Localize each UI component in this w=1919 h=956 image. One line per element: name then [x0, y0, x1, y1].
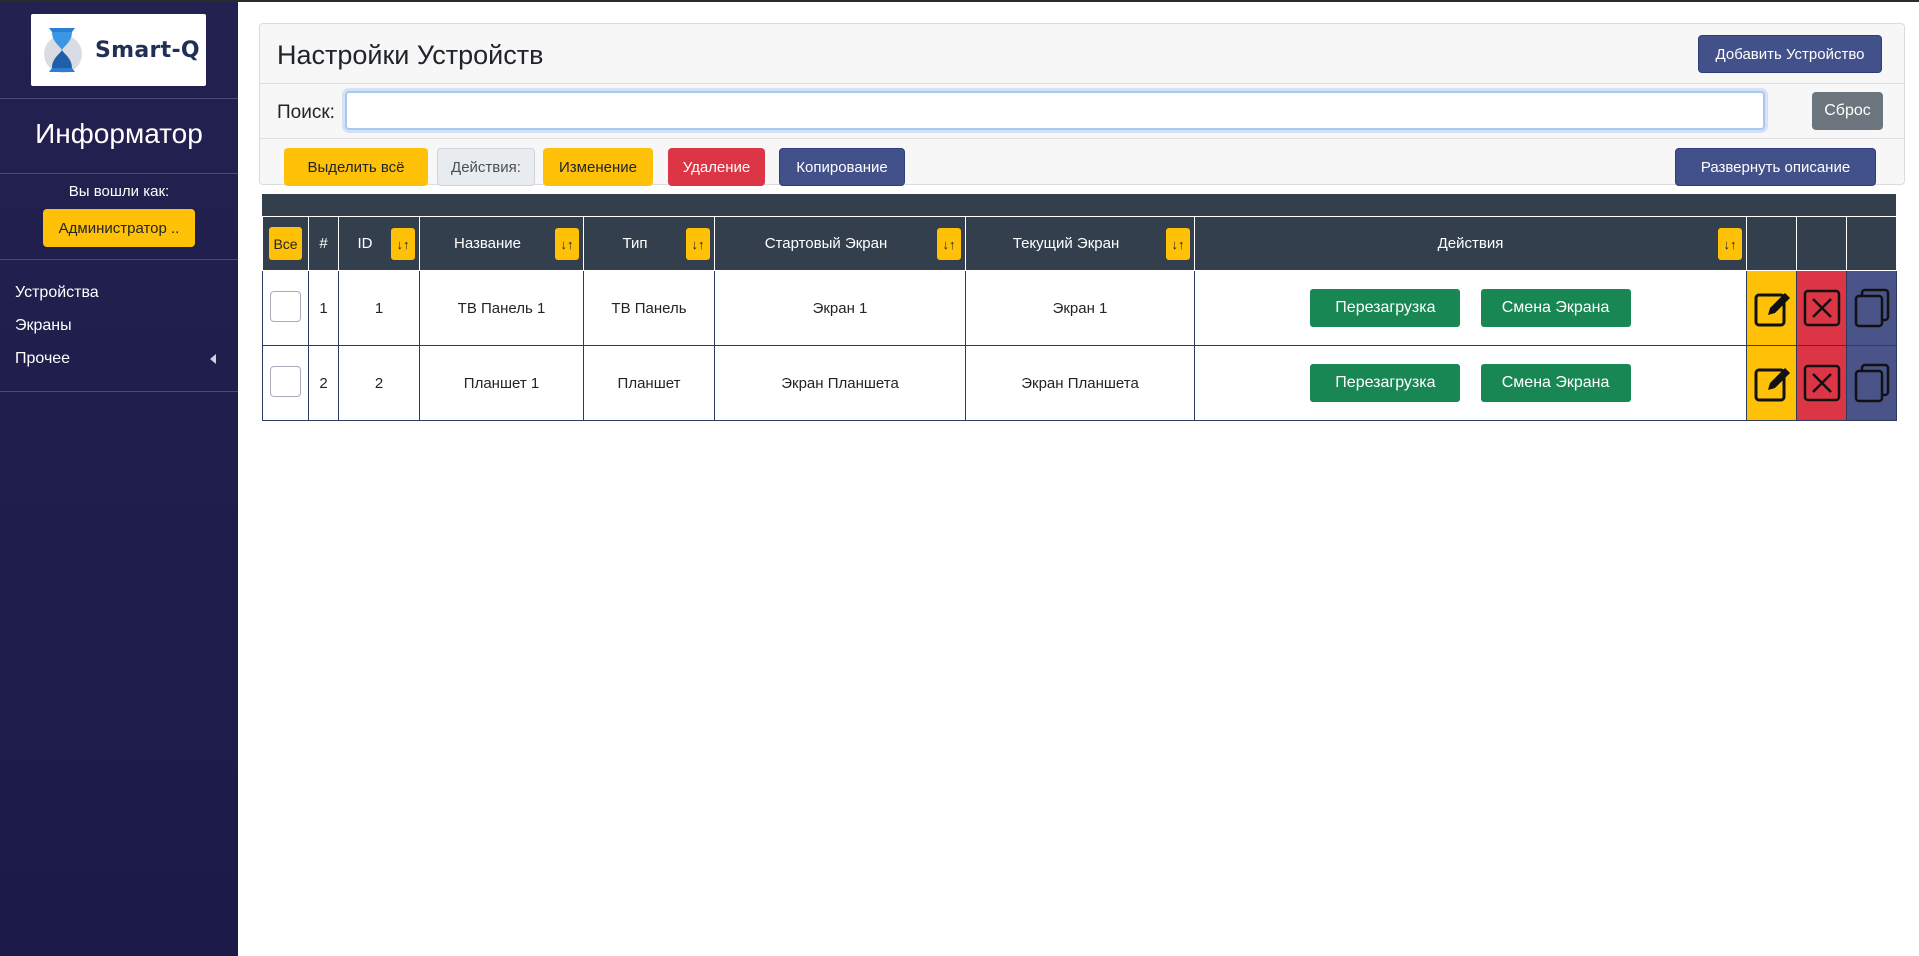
column-delete [1796, 216, 1847, 271]
cell-id: 1 [338, 270, 420, 346]
column-start-screen[interactable]: Стартовый Экран ↓↑ [714, 216, 966, 271]
sidebar-item-label: Устройства [15, 283, 99, 301]
delete-selected-button[interactable]: Удаление [668, 148, 765, 186]
reset-button[interactable]: Сброс [1812, 92, 1883, 130]
page-title: Настройки Устройств [277, 40, 544, 70]
search-input[interactable] [345, 91, 1765, 130]
select-all-button[interactable]: Выделить всё [284, 148, 428, 186]
column-edit [1746, 216, 1797, 271]
reboot-button[interactable]: Перезагрузка [1310, 289, 1461, 327]
devices-table: Все # ID ↓↑ Название ↓↑ Тип ↓↑ Стартовый… [262, 216, 1897, 421]
sort-icon[interactable]: ↓↑ [937, 228, 961, 260]
copy-icon [1854, 363, 1889, 403]
caret-left-icon [210, 353, 216, 364]
add-device-button[interactable]: Добавить Устройство [1698, 35, 1882, 73]
column-type[interactable]: Тип ↓↑ [583, 216, 715, 271]
logo[interactable]: Smart-Q [31, 14, 206, 86]
table-header-row: Все # ID ↓↑ Название ↓↑ Тип ↓↑ Стартовый… [262, 216, 1897, 271]
cell-type: Планшет [583, 345, 715, 421]
app-title: Информатор [35, 118, 203, 149]
cell-num: 2 [308, 345, 339, 421]
sort-icon[interactable]: ↓↑ [686, 228, 710, 260]
copy-row-button[interactable] [1846, 270, 1897, 346]
logo-text: Smart-Q [95, 37, 200, 63]
devices-table-wrapper: Все # ID ↓↑ Название ↓↑ Тип ↓↑ Стартовый… [262, 194, 1897, 421]
reboot-button[interactable]: Перезагрузка [1310, 364, 1461, 402]
sidebar-item-devices[interactable]: Устройства [0, 276, 238, 309]
sidebar-item-label: Прочее [15, 349, 71, 367]
edit-selected-button[interactable]: Изменение [543, 148, 653, 186]
column-copy [1846, 216, 1897, 271]
column-name[interactable]: Название ↓↑ [419, 216, 584, 271]
hourglass-logo-icon [44, 28, 82, 73]
settings-card: Настройки Устройств Добавить Устройство … [259, 23, 1905, 186]
divider [0, 98, 238, 99]
cell-num: 1 [308, 270, 339, 346]
edit-icon [1754, 368, 1790, 402]
sidebar: Smart-Q Информатор Вы вошли как: Админис… [0, 2, 238, 956]
change-screen-button[interactable]: Смена Экрана [1480, 289, 1631, 327]
cell-actions: Перезагрузка Смена Экрана [1194, 345, 1747, 421]
table-row: 1 1 ТВ Панель 1 ТВ Панель Экран 1 Экран … [262, 270, 1897, 346]
cell-start-screen: Экран 1 [714, 270, 966, 346]
sidebar-item-other[interactable]: Прочее [0, 342, 238, 375]
sidebar-item-screens[interactable]: Экраны [0, 309, 238, 342]
row-checkbox[interactable] [270, 365, 301, 397]
sidebar-nav: Устройства Экраны Прочее [0, 276, 238, 375]
sidebar-item-label: Экраны [15, 316, 72, 334]
delete-icon [1803, 364, 1840, 402]
change-screen-button[interactable]: Смена Экрана [1480, 364, 1631, 402]
divider [0, 391, 238, 392]
edit-row-button[interactable] [1746, 345, 1797, 421]
divider [260, 138, 1904, 139]
divider [260, 83, 1904, 84]
select-all-rows-button[interactable]: Все [269, 227, 302, 260]
column-id[interactable]: ID ↓↑ [338, 216, 420, 271]
actions-label: Действия: [437, 148, 535, 186]
copy-row-button[interactable] [1846, 345, 1897, 421]
expand-description-button[interactable]: Развернуть описание [1675, 148, 1876, 186]
row-checkbox[interactable] [270, 290, 301, 322]
divider [0, 173, 238, 174]
copy-icon [1854, 288, 1889, 328]
cell-type: ТВ Панель [583, 270, 715, 346]
edit-row-button[interactable] [1746, 270, 1797, 346]
column-num: # [308, 216, 339, 271]
cell-current-screen: Экран 1 [965, 270, 1195, 346]
column-select: Все [262, 216, 309, 271]
cell-name: Планшет 1 [419, 345, 584, 421]
sort-icon[interactable]: ↓↑ [555, 228, 579, 260]
logged-in-label: Вы вошли как: [68, 183, 170, 200]
table-row: 2 2 Планшет 1 Планшет Экран Планшета Экр… [262, 345, 1897, 421]
sort-icon[interactable]: ↓↑ [1718, 228, 1742, 260]
delete-row-button[interactable] [1796, 345, 1847, 421]
sort-icon[interactable]: ↓↑ [1166, 228, 1190, 260]
column-current-screen[interactable]: Текущий Экран ↓↑ [965, 216, 1195, 271]
cell-id: 2 [338, 345, 420, 421]
cell-name: ТВ Панель 1 [419, 270, 584, 346]
column-actions[interactable]: Действия ↓↑ [1194, 216, 1747, 271]
sort-icon[interactable]: ↓↑ [391, 228, 415, 260]
table-topbar [262, 194, 1896, 216]
copy-selected-button[interactable]: Копирование [779, 148, 905, 186]
cell-start-screen: Экран Планшета [714, 345, 966, 421]
search-label: Поиск: [277, 102, 335, 123]
delete-row-button[interactable] [1796, 270, 1847, 346]
edit-icon [1754, 293, 1790, 327]
user-button[interactable]: Администратор .. [43, 209, 195, 247]
divider [0, 259, 238, 260]
cell-actions: Перезагрузка Смена Экрана [1194, 270, 1747, 346]
cell-current-screen: Экран Планшета [965, 345, 1195, 421]
delete-icon [1803, 289, 1840, 327]
